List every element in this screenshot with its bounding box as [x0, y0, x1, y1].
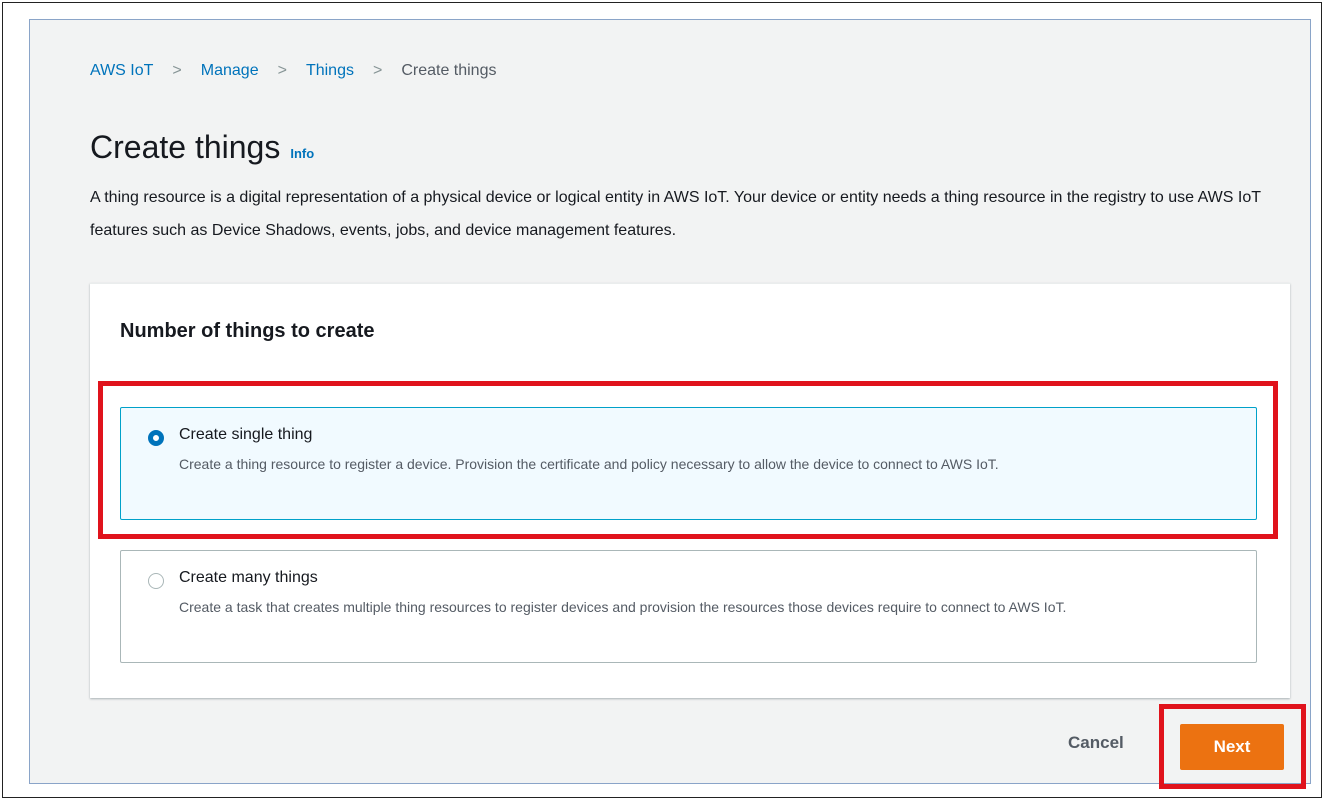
breadcrumb-manage[interactable]: Manage	[201, 62, 259, 80]
cancel-button[interactable]: Cancel	[1060, 729, 1132, 757]
number-of-things-panel: Number of things to create Create single…	[90, 283, 1290, 698]
breadcrumb-current: Create things	[401, 62, 497, 79]
option-title: Create many things	[179, 569, 318, 586]
page-title: Create things	[90, 129, 281, 165]
radio-selected-icon[interactable]	[148, 430, 164, 446]
breadcrumb-things[interactable]: Things	[306, 62, 354, 80]
radio-unselected-icon[interactable]	[148, 573, 164, 589]
next-button[interactable]: Next	[1180, 724, 1284, 770]
breadcrumb-aws-iot[interactable]: AWS IoT	[90, 62, 153, 80]
option-description: Create a task that creates multiple thin…	[179, 599, 1067, 615]
info-link[interactable]: Info	[290, 146, 314, 161]
option-create-single-thing[interactable]: Create single thing Create a thing resou…	[120, 407, 1257, 520]
panel-header: Number of things to create	[120, 320, 375, 342]
page-description: A thing resource is a digital representa…	[90, 189, 1261, 239]
option-title: Create single thing	[179, 426, 313, 443]
option-create-many-things[interactable]: Create many things Create a task that cr…	[120, 550, 1257, 663]
chevron-right-icon: >	[172, 62, 182, 79]
option-description: Create a thing resource to register a de…	[179, 456, 999, 472]
chevron-right-icon: >	[277, 62, 287, 79]
chevron-right-icon: >	[372, 62, 383, 79]
breadcrumb: AWS IoT > Manage > Things > Create thing…	[90, 62, 496, 80]
title-row: Create things Info	[90, 129, 314, 166]
